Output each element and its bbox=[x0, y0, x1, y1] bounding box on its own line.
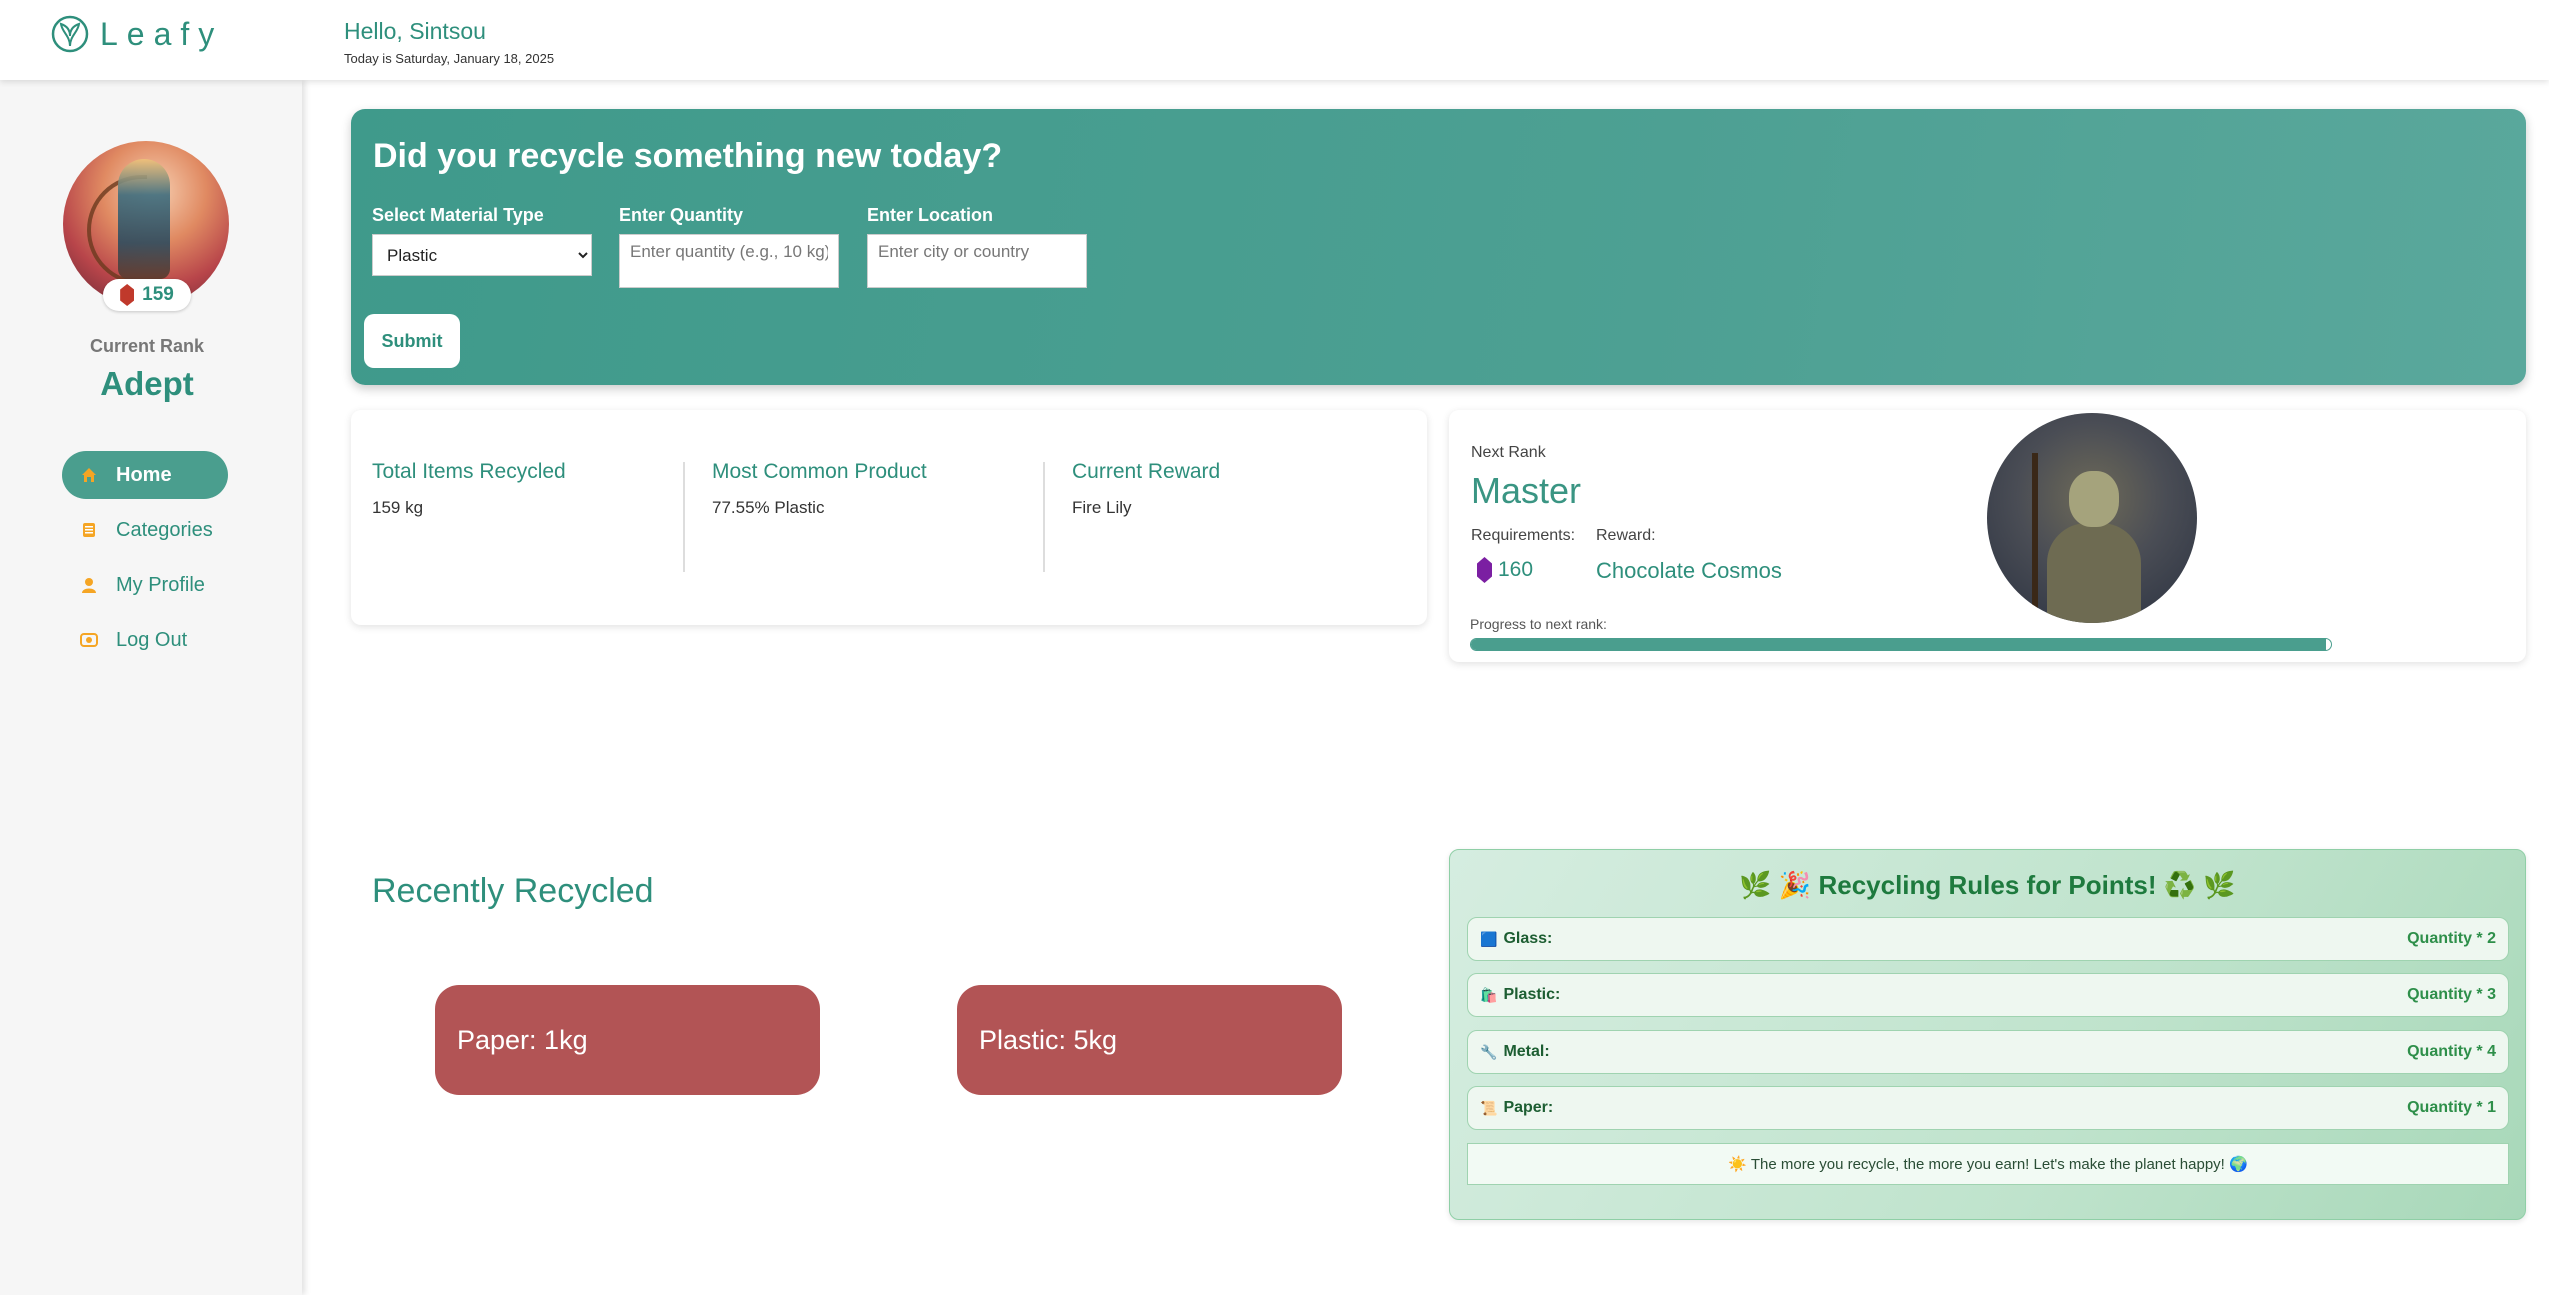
requirements-label: Requirements: bbox=[1471, 527, 1576, 544]
stat-value: 77.55% Plastic bbox=[712, 498, 825, 517]
stat-title: Current Reward bbox=[1072, 460, 1221, 483]
material-field: Select Material Type Plastic bbox=[372, 205, 592, 276]
stat-most-common: Most Common Product 77.55% Plastic bbox=[712, 460, 927, 518]
sidebar-nav: Home Categories My Profile Log Out bbox=[62, 451, 228, 671]
reward-label: Reward: bbox=[1596, 527, 1656, 544]
app-name: Leafy bbox=[100, 15, 224, 52]
stat-value: Fire Lily bbox=[1072, 498, 1132, 517]
user-icon bbox=[80, 576, 98, 594]
stat-title: Total Items Recycled bbox=[372, 460, 566, 483]
sidebar: 159 Current Rank Adept Home Categories M… bbox=[0, 80, 302, 1295]
sidebar-item-label: My Profile bbox=[116, 573, 205, 596]
quantity-label: Enter Quantity bbox=[619, 205, 744, 225]
current-rank-label: Current Rank bbox=[89, 336, 205, 356]
sidebar-item-label: Log Out bbox=[116, 628, 188, 651]
rule-formula: Quantity * 2 bbox=[2407, 930, 2496, 947]
location-input[interactable] bbox=[867, 234, 1087, 288]
stat-title: Most Common Product bbox=[712, 460, 927, 483]
points-badge: 159 bbox=[103, 279, 191, 311]
plastic-bag-icon: 🛍️ bbox=[1480, 986, 1498, 1003]
stat-current-reward: Current Reward Fire Lily bbox=[1072, 460, 1220, 518]
next-rank-card: Next Rank Master Requirements: Reward: 1… bbox=[1449, 410, 2526, 662]
quantity-field: Enter Quantity bbox=[619, 205, 839, 288]
quantity-input[interactable] bbox=[619, 234, 839, 288]
stat-divider bbox=[683, 462, 685, 572]
stats-card: Total Items Recycled 159 kg Most Common … bbox=[351, 410, 1427, 625]
greeting-text: Hello, Sintsou bbox=[344, 18, 486, 44]
red-gem-icon bbox=[120, 284, 135, 306]
scroll-icon: 📜 bbox=[1480, 1099, 1498, 1116]
rule-row-paper: 📜 Paper: Quantity * 1 bbox=[1467, 1086, 2509, 1130]
date-text: Today is Saturday, January 18, 2025 bbox=[344, 51, 555, 66]
recently-recycled-title: Recently Recycled bbox=[372, 872, 654, 910]
sidebar-item-log-out[interactable]: Log Out bbox=[62, 616, 228, 664]
recycling-rules-card: 🌿 🎉 Recycling Rules for Points! ♻️ 🌿 🟦 Gl… bbox=[1449, 849, 2526, 1220]
reward-value: Chocolate Cosmos bbox=[1596, 558, 1782, 583]
leaf-logo-icon bbox=[51, 15, 89, 53]
current-rank-value: Adept bbox=[100, 365, 194, 402]
material-label: Select Material Type bbox=[372, 205, 544, 225]
wrench-icon: 🔧 bbox=[1480, 1043, 1498, 1060]
top-header: Leafy Hello, Sintsou Today is Saturday, … bbox=[0, 0, 2549, 80]
next-rank-value: Master bbox=[1471, 470, 1582, 511]
logout-icon bbox=[80, 631, 98, 649]
greeting-block: Hello, Sintsou Today is Saturday, Januar… bbox=[344, 18, 554, 66]
rule-name: Glass: bbox=[1503, 930, 1553, 947]
categories-icon bbox=[80, 521, 98, 539]
material-select[interactable]: Plastic bbox=[372, 234, 592, 276]
rule-formula: Quantity * 1 bbox=[2407, 1099, 2496, 1116]
sidebar-item-label: Home bbox=[116, 463, 172, 486]
app-logo[interactable]: Leafy bbox=[50, 14, 223, 54]
rule-formula: Quantity * 3 bbox=[2407, 986, 2496, 1003]
rules-title: 🌿 🎉 Recycling Rules for Points! ♻️ 🌿 bbox=[1739, 870, 2236, 900]
location-label: Enter Location bbox=[867, 205, 994, 225]
rule-row-metal: 🔧 Metal: Quantity * 4 bbox=[1467, 1030, 2509, 1074]
requirement-points: 160 bbox=[1477, 557, 1533, 583]
rules-footer: ☀️ The more you recycle, the more you ea… bbox=[1467, 1143, 2509, 1185]
next-rank-label: Next Rank bbox=[1471, 444, 1546, 461]
rule-name: Metal: bbox=[1503, 1043, 1550, 1060]
submit-button[interactable]: Submit bbox=[364, 314, 460, 368]
glass-icon: 🟦 bbox=[1480, 930, 1498, 947]
sidebar-item-label: Categories bbox=[116, 518, 213, 541]
purple-gem-icon bbox=[1477, 557, 1492, 583]
recent-item-card: Paper: 1kg bbox=[435, 985, 820, 1095]
recycle-form-title: Did you recycle something new today? bbox=[373, 137, 1003, 175]
rule-row-plastic: 🛍️ Plastic: Quantity * 3 bbox=[1467, 973, 2509, 1017]
rank-progress-bar bbox=[1470, 638, 2332, 651]
rule-name: Plastic: bbox=[1503, 986, 1561, 1003]
rule-formula: Quantity * 4 bbox=[2407, 1043, 2496, 1060]
sidebar-item-my-profile[interactable]: My Profile bbox=[62, 561, 228, 609]
points-value: 159 bbox=[142, 284, 174, 305]
progress-label: Progress to next rank: bbox=[1470, 616, 1607, 632]
stat-divider bbox=[1043, 462, 1045, 572]
requirement-points-value: 160 bbox=[1498, 558, 1534, 581]
stat-total-items: Total Items Recycled 159 kg bbox=[372, 460, 566, 518]
next-rank-portrait bbox=[1987, 413, 2197, 623]
recycle-form-card: Did you recycle something new today? Sel… bbox=[351, 109, 2526, 385]
home-icon bbox=[80, 466, 98, 484]
rule-name: Paper: bbox=[1503, 1099, 1554, 1116]
sidebar-item-home[interactable]: Home bbox=[62, 451, 228, 499]
stat-value: 159 kg bbox=[372, 498, 424, 517]
rule-row-glass: 🟦 Glass: Quantity * 2 bbox=[1467, 917, 2509, 961]
recent-item-card: Plastic: 5kg bbox=[957, 985, 1342, 1095]
sidebar-item-categories[interactable]: Categories bbox=[62, 506, 228, 554]
location-field: Enter Location bbox=[867, 205, 1087, 288]
rank-progress-fill bbox=[1471, 639, 2326, 650]
